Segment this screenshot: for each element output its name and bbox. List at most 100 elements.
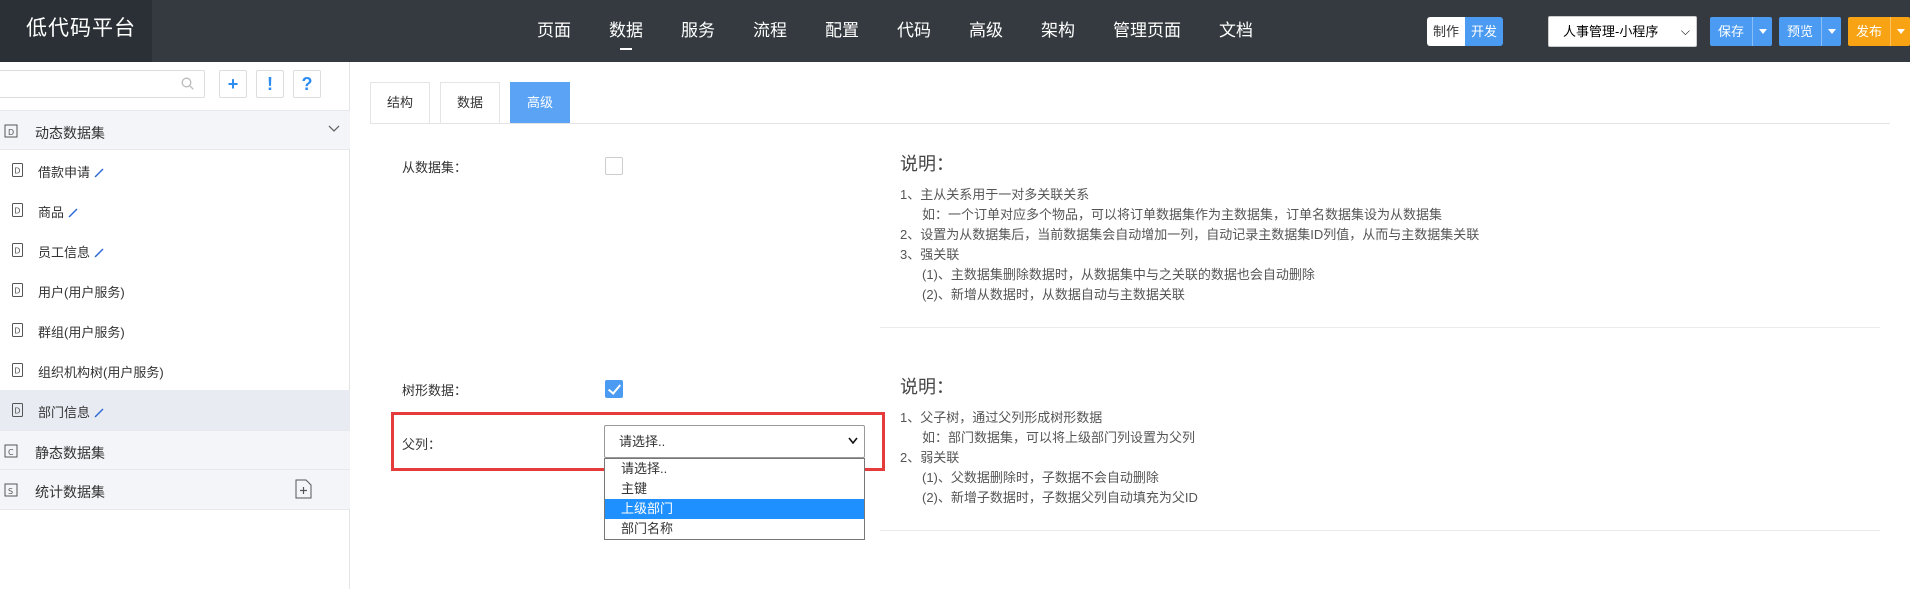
dataset-doc-icon: D (12, 403, 23, 417)
stat-dataset-icon: S (4, 483, 18, 497)
static-dataset-icon: C (4, 444, 18, 458)
item-text: 借款申请 (38, 165, 91, 180)
list-item-label: 商品 (38, 202, 78, 221)
item-text: 部门信息 (38, 405, 91, 420)
mode-dev-button[interactable]: 开发 (1465, 17, 1503, 46)
description-line: 1、父子树，通过父列形成树形数据 (900, 410, 1103, 425)
svg-text:D: D (14, 407, 20, 416)
preview-label: 预览 (1787, 24, 1814, 39)
list-item-loan-application[interactable]: D 借款申请 (0, 150, 350, 190)
nav-item-data[interactable]: 数据 (590, 0, 662, 62)
dataset-doc-icon: D (12, 163, 23, 177)
description-line: (2)、新增子数据时，子数据父列自动填充为父ID (922, 490, 1198, 505)
svg-text:D: D (14, 207, 20, 216)
description-line: 3、强关联 (900, 247, 960, 262)
nav-item-page[interactable]: 页面 (518, 0, 590, 62)
svg-text:S: S (8, 487, 13, 496)
tab-structure[interactable]: 结构 (370, 82, 431, 124)
description-title: 说明： (900, 377, 954, 397)
edit-pencil-icon[interactable] (94, 168, 104, 178)
edit-pencil-icon[interactable] (94, 248, 104, 258)
edit-pencil-icon[interactable] (94, 408, 104, 418)
add-file-icon[interactable] (295, 479, 312, 499)
nav-item-advanced[interactable]: 高级 (950, 0, 1022, 62)
chevron-down-icon[interactable] (328, 125, 340, 133)
dropdown-option-parent-department[interactable]: 上级部门 (605, 499, 864, 519)
mode-make-button[interactable]: 制作 (1427, 17, 1465, 46)
group-dynamic-dataset[interactable]: D 动态数据集 (0, 110, 350, 150)
svg-text:D: D (14, 287, 20, 296)
description-title: 说明： (900, 154, 954, 174)
nav-item-admin-page[interactable]: 管理页面 (1094, 0, 1200, 62)
group-label: 静态数据集 (35, 445, 105, 461)
app-select-value: 人事管理-小程序 (1563, 24, 1659, 39)
dropdown-option-placeholder[interactable]: 请选择.. (605, 459, 864, 479)
group-label: 统计数据集 (35, 484, 105, 500)
tab-data[interactable]: 数据 (440, 82, 501, 124)
publish-dropdown-icon[interactable] (1890, 17, 1910, 46)
list-item-label: 组织机构树(用户服务) (38, 365, 164, 380)
tree-data-description: 说明： 1、父子树，通过父列形成树形数据 如：部门数据集，可以将上级部门列设置为… (900, 373, 1198, 508)
group-label: 动态数据集 (35, 125, 105, 141)
nav-item-flow[interactable]: 流程 (734, 0, 806, 62)
description-line: (1)、主数据集删除数据时，从数据集中与之关联的数据也会自动删除 (922, 267, 1315, 282)
list-item-user[interactable]: D 用户(用户服务) (0, 270, 350, 310)
nav-item-config[interactable]: 配置 (806, 0, 878, 62)
item-text: 商品 (38, 205, 65, 220)
parent-column-select[interactable]: 请选择.. (604, 425, 865, 458)
list-item-goods[interactable]: D 商品 (0, 190, 350, 230)
svg-text:D: D (14, 247, 20, 256)
dropdown-option-department-name[interactable]: 部门名称 (605, 519, 864, 539)
svg-text:D: D (14, 367, 20, 376)
svg-text:D: D (8, 128, 14, 137)
list-item-org-tree[interactable]: D 组织机构树(用户服务) (0, 350, 350, 390)
search-input[interactable] (0, 70, 205, 98)
parent-column-label: 父列： (402, 437, 442, 452)
nav-item-code[interactable]: 代码 (878, 0, 950, 62)
description-line: 1、主从关系用于一对多关联关系 (900, 187, 1090, 202)
dataset-doc-icon: D (12, 323, 23, 337)
description-line: 如：一个订单对应多个物品，可以将订单数据集作为主数据集，订单名数据集设为从数据集 (922, 207, 1443, 222)
section-divider (880, 530, 1880, 531)
svg-text:D: D (14, 327, 20, 336)
svg-text:C: C (8, 448, 14, 457)
tree-data-checkbox[interactable] (605, 380, 623, 398)
svg-text:D: D (14, 167, 20, 176)
list-item-label: 员工信息 (38, 242, 104, 261)
nav-item-service[interactable]: 服务 (662, 0, 734, 62)
description-line: 2、设置为从数据集后，当前数据集会自动增加一列，自动记录主数据集ID列值，从而与… (900, 227, 1480, 242)
dropdown-option-primary-key[interactable]: 主键 (605, 479, 864, 499)
app-logo: 低代码平台 (0, 0, 152, 62)
nav-item-docs[interactable]: 文档 (1200, 0, 1272, 62)
dataset-doc-icon: D (12, 243, 23, 257)
help-button[interactable]: ? (293, 70, 321, 98)
sub-dataset-checkbox[interactable] (605, 157, 623, 175)
preview-button[interactable]: 预览 (1779, 17, 1842, 46)
dataset-doc-icon: D (12, 363, 23, 377)
alert-button[interactable]: ! (256, 70, 284, 98)
publish-button[interactable]: 发布 (1848, 17, 1910, 46)
item-text: 员工信息 (38, 245, 91, 260)
save-dropdown-icon[interactable] (1752, 17, 1772, 46)
add-button[interactable]: + (219, 70, 247, 98)
section-divider (880, 327, 1880, 328)
list-item-employee-info[interactable]: D 员工信息 (0, 230, 350, 270)
description-line: (1)、父数据删除时，子数据不会自动删除 (922, 470, 1159, 485)
description-line: (2)、新增从数据时，从数据自动与主数据关联 (922, 287, 1185, 302)
save-button[interactable]: 保存 (1710, 17, 1773, 46)
dataset-doc-icon: D (12, 203, 23, 217)
preview-dropdown-icon[interactable] (1821, 17, 1841, 46)
list-item-department-info[interactable]: D 部门信息 (0, 390, 350, 430)
dynamic-dataset-icon: D (4, 124, 18, 138)
save-label: 保存 (1718, 24, 1745, 39)
app-select[interactable]: 人事管理-小程序 ⌵ (1548, 16, 1697, 47)
mode-switch: 制作 开发 (1427, 17, 1503, 46)
group-stat-dataset[interactable]: S 统计数据集 (0, 470, 350, 510)
nav-item-architecture[interactable]: 架构 (1022, 0, 1094, 62)
tab-advanced[interactable]: 高级 (510, 82, 571, 124)
parent-column-select-value: 请选择.. (619, 434, 666, 449)
list-item-group[interactable]: D 群组(用户服务) (0, 310, 350, 350)
edit-pencil-icon[interactable] (68, 208, 78, 218)
search-icon (181, 77, 194, 90)
group-static-dataset[interactable]: C 静态数据集 (0, 430, 350, 470)
